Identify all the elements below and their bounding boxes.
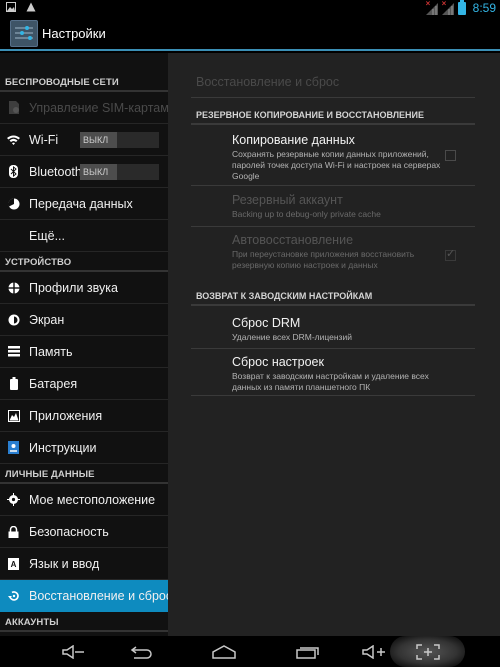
- sidebar-item-battery[interactable]: Батарея: [0, 368, 168, 400]
- apps-icon: [7, 409, 20, 422]
- divider: [191, 123, 475, 125]
- bluetooth-toggle[interactable]: ВЫКЛ: [80, 164, 159, 180]
- home-icon[interactable]: [210, 642, 238, 662]
- sim-card-icon: [7, 101, 20, 114]
- sidebar-item-more[interactable]: Ещё...: [0, 220, 168, 252]
- recent-apps-icon[interactable]: [294, 642, 322, 662]
- battery-icon: [7, 377, 20, 390]
- screenshot-icon[interactable]: [414, 642, 442, 662]
- signal-no-sim-icon: ×: [441, 0, 454, 15]
- sidebar-item-language-input[interactable]: A Язык и ввод: [0, 548, 168, 580]
- svg-text:A: A: [11, 560, 17, 569]
- data-usage-icon: [7, 197, 20, 210]
- sidebar-item-instructions[interactable]: Инструкции: [0, 432, 168, 464]
- pref-factory-reset[interactable]: Сброс настроек Возврат к заводским настр…: [232, 355, 452, 393]
- system-nav-bar: [0, 636, 500, 667]
- section-header-wireless: БЕСПРОВОДНЫЕ СЕТИ: [0, 72, 168, 92]
- warning-icon: [26, 2, 36, 12]
- divider: [191, 348, 475, 349]
- auto-restore-checkbox[interactable]: [445, 247, 456, 261]
- battery-icon: [457, 0, 466, 15]
- settings-sidebar: БЕСПРОВОДНЫЕ СЕТИ Управление SIM-картами…: [0, 53, 168, 636]
- settings-sliders-icon[interactable]: [10, 20, 38, 47]
- sidebar-item-sound-profiles[interactable]: Профили звука: [0, 272, 168, 304]
- location-icon: [7, 493, 20, 506]
- signal-no-sim-icon: ×: [425, 0, 438, 15]
- category-header-factory-reset: ВОЗВРАТ К ЗАВОДСКИМ НАСТРОЙКАМ: [196, 291, 373, 301]
- page-title: Восстановление и сброс: [196, 75, 340, 89]
- lock-icon: [7, 525, 20, 538]
- divider: [191, 97, 475, 98]
- volume-up-icon[interactable]: [360, 642, 388, 662]
- wifi-toggle[interactable]: ВЫКЛ: [80, 132, 159, 148]
- sound-profile-icon: [7, 281, 20, 294]
- pref-backup-data[interactable]: Копирование данных Сохранять резервные к…: [232, 133, 452, 182]
- pref-auto-restore[interactable]: Автовосстановление При переустановке при…: [232, 233, 452, 271]
- sidebar-item-backup-reset[interactable]: Восстановление и сброс: [0, 580, 168, 612]
- pref-backup-account[interactable]: Резервный аккаунт Backing up to debug-on…: [232, 193, 452, 220]
- sidebar-item-storage[interactable]: Память: [0, 336, 168, 368]
- divider: [191, 226, 475, 227]
- sidebar-item-bluetooth[interactable]: Bluetooth ВЫКЛ: [0, 156, 168, 188]
- display-icon: [7, 313, 20, 326]
- section-header-device: УСТРОЙСТВО: [0, 252, 168, 272]
- section-header-accounts: АККАУНТЫ: [0, 612, 168, 632]
- language-icon: A: [7, 557, 20, 570]
- instructions-icon: [7, 441, 20, 454]
- section-header-personal: ЛИЧНЫЕ ДАННЫЕ: [0, 464, 168, 484]
- sidebar-item-data-usage[interactable]: Передача данных: [0, 188, 168, 220]
- detail-pane: Восстановление и сброс РЕЗЕРВНОЕ КОПИРОВ…: [168, 53, 500, 636]
- divider: [191, 395, 475, 396]
- status-bar: × × 8:59: [0, 0, 500, 16]
- storage-icon: [7, 345, 20, 358]
- sidebar-item-sim-management[interactable]: Управление SIM-картами: [0, 92, 168, 124]
- divider: [191, 185, 475, 186]
- backup-data-checkbox[interactable]: [445, 150, 456, 161]
- divider: [191, 304, 475, 306]
- pref-drm-reset[interactable]: Сброс DRM Удаление всех DRM-лицензий: [232, 316, 452, 343]
- action-bar: Настройки: [0, 16, 500, 51]
- sidebar-item-security[interactable]: Безопасность: [0, 516, 168, 548]
- backup-restore-icon: [7, 589, 20, 602]
- back-icon[interactable]: [128, 642, 156, 662]
- gallery-notification-icon: [6, 2, 16, 12]
- app-title: Настройки: [42, 26, 106, 41]
- clock: 8:59: [472, 1, 496, 15]
- sidebar-item-apps[interactable]: Приложения: [0, 400, 168, 432]
- wifi-icon: [7, 133, 20, 146]
- bluetooth-icon: [7, 165, 20, 178]
- sidebar-item-wifi[interactable]: Wi-Fi ВЫКЛ: [0, 124, 168, 156]
- sidebar-item-display[interactable]: Экран: [0, 304, 168, 336]
- volume-down-icon[interactable]: [60, 642, 88, 662]
- category-header-backup: РЕЗЕРВНОЕ КОПИРОВАНИЕ И ВОССТАНОВЛЕНИЕ: [196, 110, 425, 120]
- sidebar-item-location[interactable]: Мое местоположение: [0, 484, 168, 516]
